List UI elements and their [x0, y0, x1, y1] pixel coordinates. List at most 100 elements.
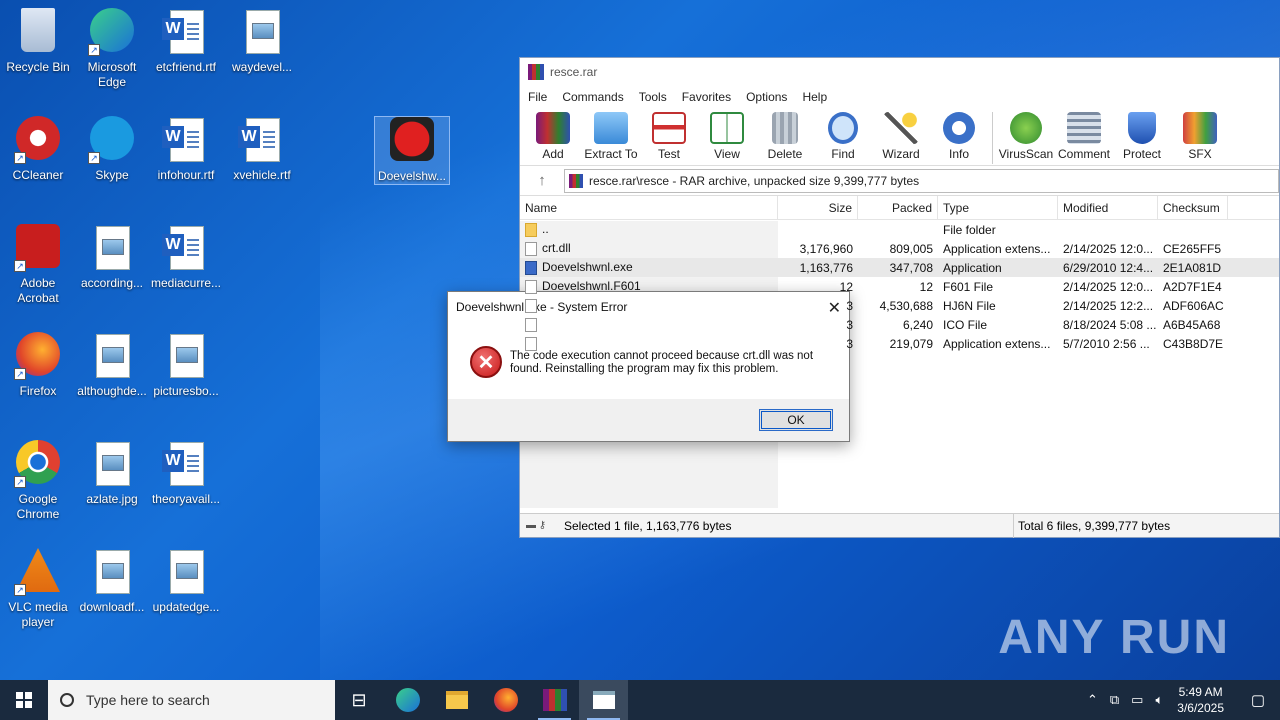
wizard-button[interactable]: Wizard	[872, 108, 930, 161]
file-list-header: Name Size Packed Type Modified Checksum	[520, 195, 1279, 220]
word-doc-icon: W	[162, 8, 210, 56]
taskbar-winrar-icon[interactable]	[530, 680, 579, 720]
taskbar-explorer-icon[interactable]	[432, 680, 481, 720]
chevron-up-icon[interactable]: ⌃	[1087, 692, 1098, 708]
file-row[interactable]: crt.dll 3,176,960 809,005 Application exten…	[520, 239, 1279, 258]
file-row[interactable]: 3 219,079 Application extens... 5/7/2010 2:…	[520, 334, 1279, 353]
search-icon	[60, 693, 74, 707]
desktop-icon[interactable]: according...	[74, 224, 150, 291]
network-device-icon[interactable]: ⧉	[1110, 692, 1119, 708]
address-field[interactable]: resce.rar\resce - RAR archive, unpacked …	[564, 168, 1279, 193]
cell-modified: 2/14/2025 12:0...	[1063, 279, 1154, 294]
file-row[interactable]: 3 6,240 ICO File 8/18/2024 5:08 ... A6B45A68	[520, 315, 1279, 334]
taskbar-firefox-icon[interactable]	[481, 680, 530, 720]
taskbar-dialog-icon[interactable]	[579, 680, 628, 720]
menu-help[interactable]: Help	[802, 90, 827, 104]
task-view-icon[interactable]: ⊟	[335, 680, 383, 720]
menu-commands[interactable]: Commands	[562, 90, 623, 104]
desktop-icon[interactable]: ↗ Adobe Acrobat	[0, 224, 76, 306]
network-icon[interactable]: ▭	[1131, 692, 1143, 708]
column-name[interactable]: Name	[520, 195, 778, 220]
file-row[interactable]: .. File folder	[520, 220, 1279, 239]
file-name: ..	[542, 222, 549, 237]
desktop-icon-label: Skype	[95, 168, 129, 182]
desktop-icon[interactable]: Winfohour.rtf	[148, 116, 224, 183]
cell-modified: 5/7/2010 2:56 ...	[1063, 336, 1150, 351]
column-size[interactable]: Size	[778, 195, 858, 220]
desktop-icon[interactable]: Wtheoryavail...	[148, 440, 224, 507]
file-list: Name Size Packed Type Modified Checksum …	[520, 195, 1279, 508]
desktop-icon[interactable]: ↗ Firefox	[0, 332, 76, 399]
test-button[interactable]: Test	[640, 108, 698, 161]
view-button[interactable]: View	[698, 108, 756, 161]
cell-type: HJ6N File	[943, 298, 996, 313]
cell-checksum: 2E1A081D	[1163, 260, 1222, 275]
desktop-icon[interactable]: ↗ Google Chrome	[0, 440, 76, 522]
find-button[interactable]: Find	[814, 108, 872, 161]
menu-file[interactable]: File	[528, 90, 547, 104]
file-row[interactable]: Doevelshwnl.exe 1,163,776 347,708 Applicati…	[520, 258, 1279, 277]
window-title: resce.rar	[550, 65, 598, 79]
desktop-icon[interactable]: downloadf...	[74, 548, 150, 615]
desktop-icon-label: according...	[80, 276, 144, 290]
status-bar: ▬ ⚷ Selected 1 file, 1,163,776 bytes Tot…	[520, 513, 1279, 538]
desktop-icon[interactable]: waydevel...	[224, 8, 300, 75]
recycle-bin-icon	[14, 8, 62, 56]
cell-size: 3	[846, 336, 853, 351]
desktop-icon[interactable]: Wxvehicle.rtf	[224, 116, 300, 183]
cell-type: F601 File	[943, 279, 994, 294]
column-packed[interactable]: Packed	[858, 195, 938, 220]
start-button[interactable]	[0, 680, 48, 720]
ok-button[interactable]: OK	[759, 409, 833, 431]
delete-button[interactable]: Delete	[756, 108, 814, 161]
column-checksum[interactable]: Checksum	[1158, 195, 1228, 220]
up-arrow-icon[interactable]: ↑	[520, 172, 564, 189]
desktop-icon[interactable]: Wmediacurre...	[148, 224, 224, 291]
menu-favorites[interactable]: Favorites	[682, 90, 731, 104]
desktop-icon[interactable]: althoughde...	[74, 332, 150, 399]
info-button[interactable]: Info	[930, 108, 988, 161]
shield-icon	[1128, 112, 1156, 144]
media-player-icon	[388, 117, 436, 165]
protect-button[interactable]: Protect	[1113, 108, 1171, 161]
volume-icon[interactable]: 🔈︎	[1155, 692, 1163, 708]
desktop-icon-label: infohour.rtf	[157, 168, 215, 182]
desktop-icon-label: picturesbo...	[153, 384, 219, 398]
desktop-icon[interactable]: updatedge...	[148, 548, 224, 615]
winrar-titlebar[interactable]: resce.rar	[520, 58, 1279, 86]
extract-to-button[interactable]: Extract To	[582, 108, 640, 161]
desktop-icon[interactable]: picturesbo...	[148, 332, 224, 399]
column-modified[interactable]: Modified	[1058, 195, 1158, 220]
desktop-icon[interactable]: ↗ Skype	[74, 116, 150, 183]
desktop-icon-label: etcfriend.rtf	[155, 60, 217, 74]
comment-button[interactable]: Comment	[1055, 108, 1113, 161]
file-row[interactable]: Doevelshwnl.F601 12 12 F601 File 2/14/2025 1…	[520, 277, 1279, 296]
desktop-icon[interactable]: ↗ VLC media player	[0, 548, 76, 630]
desktop-icon[interactable]: ↗ CCleaner	[0, 116, 76, 183]
file-row[interactable]: 3 4,530,688 HJ6N File 2/14/2025 12:2... ADF6…	[520, 296, 1279, 315]
notification-icon[interactable]: ▢	[1236, 691, 1280, 709]
sfx-button[interactable]: SFX	[1171, 108, 1229, 161]
desktop-icon[interactable]: azlate.jpg	[74, 440, 150, 507]
clock[interactable]: 5:49 AM 3/6/2025	[1177, 684, 1224, 716]
desktop-icon-label: Recycle Bin	[6, 60, 70, 74]
taskbar-search[interactable]: Type here to search	[48, 680, 335, 720]
add-button[interactable]: Add	[524, 108, 582, 161]
menu-options[interactable]: Options	[746, 90, 787, 104]
desktop-icon[interactable]: Recycle Bin	[0, 8, 76, 75]
desktop-icon[interactable]: Doevelshw...	[374, 116, 450, 185]
column-type[interactable]: Type	[938, 195, 1058, 220]
shortcut-arrow-icon: ↗	[14, 260, 26, 272]
desktop-icon[interactable]: Wetcfriend.rtf	[148, 8, 224, 75]
desktop-icon-label: althoughde...	[77, 384, 147, 398]
cell-name	[520, 298, 778, 313]
desktop-icon[interactable]: ↗ Microsoft Edge	[74, 8, 150, 90]
word-doc-icon: W	[238, 116, 286, 164]
taskbar-edge-icon[interactable]	[383, 680, 432, 720]
virusscan-button[interactable]: VirusScan	[997, 108, 1055, 161]
image-file-icon	[162, 548, 210, 596]
ccleaner-icon: ↗	[14, 116, 62, 164]
menu-tools[interactable]: Tools	[639, 90, 667, 104]
dialog-footer: OK	[448, 399, 849, 441]
add-icon	[536, 112, 570, 144]
